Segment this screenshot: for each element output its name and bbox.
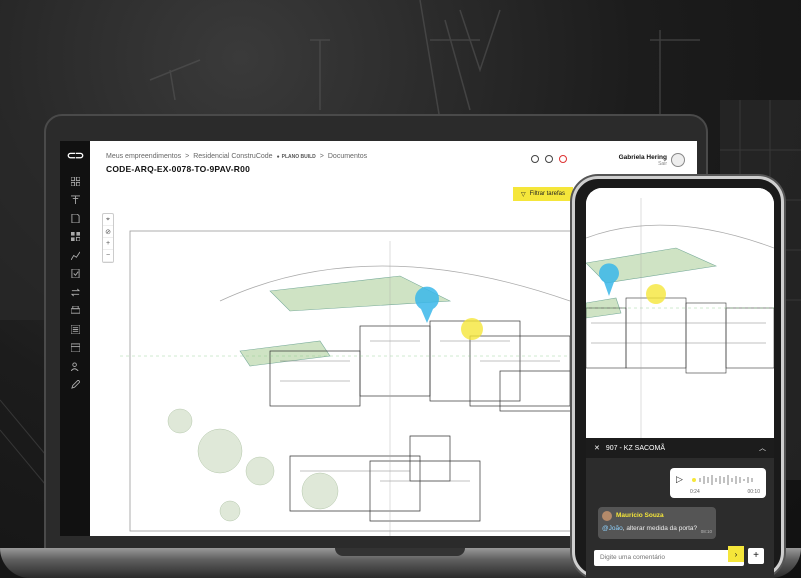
send-button[interactable]: › (728, 546, 744, 562)
close-icon[interactable]: ✕ (594, 444, 600, 452)
grid-icon[interactable] (60, 172, 90, 191)
avatar (602, 511, 612, 521)
mention[interactable]: @João (602, 525, 623, 532)
chat-message: Maurício Souza @João, alterar medida da … (598, 507, 716, 539)
location-pin-yellow (461, 318, 483, 340)
breadcrumb-item[interactable]: Documentos (328, 153, 367, 160)
waveform[interactable] (692, 474, 758, 486)
plan-icon: ● (276, 153, 280, 160)
breadcrumb-separator: > (185, 153, 190, 160)
map-toolbar: ⌖ ⊘ + − (102, 213, 114, 263)
page-title: CODE-ARQ-EX-0078-TO-9PAV-R00 (106, 164, 250, 174)
header-icons (531, 155, 567, 163)
task-chat-panel: ✕ 907 - KZ SACOMÃ ︿ ▷ 0:24 00:10 Mauríci… (586, 438, 774, 578)
audio-message: ▷ 0:24 00:10 (670, 468, 766, 498)
pin-tool-icon[interactable]: ⌖ (103, 214, 113, 226)
phone-screen: ✕ 907 - KZ SACOMÃ ︿ ▷ 0:24 00:10 Mauríci… (586, 188, 774, 578)
list-icon[interactable] (60, 320, 90, 339)
app-sidebar: ⊂⊃ (60, 141, 90, 536)
zoom-in-button[interactable]: + (103, 238, 113, 250)
user-menu[interactable]: Gabriela Hering Sair (619, 153, 685, 167)
audio-duration: 00:10 (747, 489, 760, 495)
comment-input[interactable] (594, 549, 744, 566)
avatar[interactable] (671, 153, 685, 167)
audio-elapsed: 0:24 (690, 489, 700, 495)
breadcrumb-separator: > (319, 153, 324, 160)
filter-icon: ▽ (521, 191, 526, 198)
clock-icon[interactable] (545, 155, 553, 163)
edit-icon[interactable] (60, 376, 90, 395)
checklist-icon[interactable] (60, 265, 90, 284)
document-icon[interactable] (60, 209, 90, 228)
calendar-icon[interactable] (60, 339, 90, 358)
play-icon[interactable]: ▷ (676, 474, 683, 485)
zoom-out-button[interactable]: − (103, 250, 113, 262)
breadcrumb: Meus empreendimentos > Residencial Const… (106, 153, 367, 160)
phone-floor-plan[interactable] (586, 188, 774, 438)
users-icon[interactable] (60, 357, 90, 376)
filter-tasks-button[interactable]: ▽ Filtrar tarefas (513, 187, 573, 201)
message-author: Maurício Souza (616, 512, 664, 519)
chat-title: 907 - KZ SACOMÃ (605, 444, 666, 452)
message-text: @João, alterar medida da porta? (602, 525, 697, 532)
breadcrumb-item[interactable]: Meus empreendimentos (106, 153, 181, 160)
apps-icon[interactable] (60, 228, 90, 247)
plan-badge: ● PLANO BUILD (277, 154, 316, 160)
laptop-notch (335, 548, 465, 556)
sync-icon[interactable] (60, 283, 90, 302)
filter-tasks-label: Filtrar tarefas (529, 191, 565, 197)
comment-composer: › + (594, 546, 764, 566)
printer-icon[interactable] (60, 302, 90, 321)
user-name: Gabriela Hering (618, 153, 667, 161)
layer-tool-icon[interactable]: ⊘ (103, 226, 113, 238)
notification-icon[interactable] (559, 155, 567, 163)
chevron-up-icon[interactable]: ︿ (759, 443, 766, 453)
add-attachment-button[interactable]: + (748, 547, 764, 564)
app-logo[interactable]: ⊂⊃ (67, 149, 84, 162)
chat-header: ✕ 907 - KZ SACOMÃ ︿ (586, 438, 774, 458)
breadcrumb-item[interactable]: Residencial ConstruCode (193, 153, 272, 160)
plan-badge-label: PLANO BUILD (281, 153, 316, 160)
help-icon[interactable] (531, 155, 539, 163)
filter-icon[interactable] (60, 191, 90, 210)
message-body: , alterar medida da porta? (622, 525, 698, 532)
message-time: 08:10 (700, 529, 712, 534)
logout-link[interactable]: Sair (619, 161, 667, 167)
chart-icon[interactable] (60, 246, 90, 265)
